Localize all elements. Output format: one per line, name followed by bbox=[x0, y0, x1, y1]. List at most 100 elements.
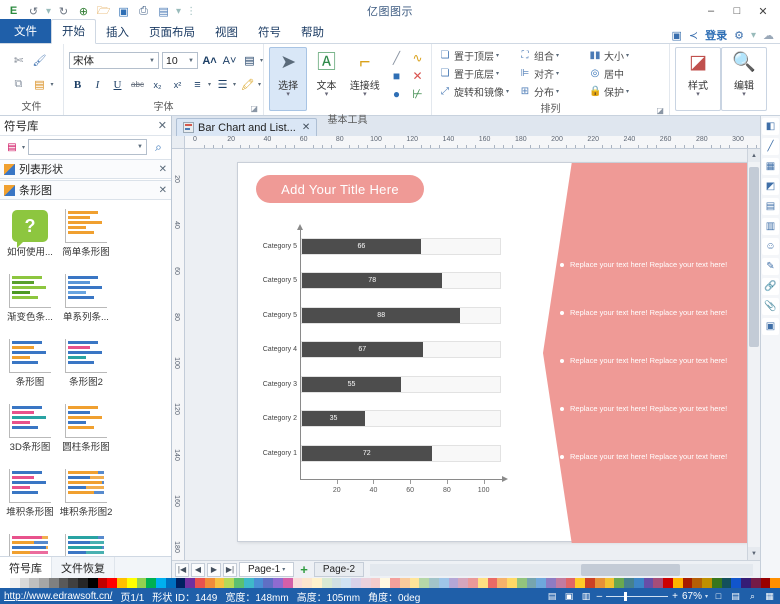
color-swatch[interactable] bbox=[741, 578, 751, 588]
bar-row[interactable]: Category 235 bbox=[301, 406, 501, 432]
bar-fill[interactable]: 78 bbox=[302, 273, 442, 288]
bar-chart[interactable]: Category 566Category 578Category 588Cate… bbox=[256, 229, 514, 519]
color-swatch[interactable] bbox=[98, 578, 108, 588]
color-swatch[interactable] bbox=[673, 578, 683, 588]
chevron-down-icon[interactable]: ▾ bbox=[22, 144, 25, 151]
tool-text-button[interactable]: 🄰 文本 ▾ bbox=[307, 47, 345, 111]
color-swatch[interactable] bbox=[322, 578, 332, 588]
color-swatch[interactable] bbox=[556, 578, 566, 588]
color-swatch[interactable] bbox=[624, 578, 634, 588]
color-swatch[interactable] bbox=[478, 578, 488, 588]
horizontal-scroll-thumb[interactable] bbox=[581, 564, 681, 576]
shape-item[interactable]: 单系列条... bbox=[58, 271, 114, 336]
color-swatch[interactable] bbox=[566, 578, 576, 588]
shape-item[interactable]: 堆积条形图 bbox=[2, 466, 58, 531]
list-item[interactable]: Replace your text here! Replace your tex… bbox=[560, 403, 740, 414]
bar-row[interactable]: Category 578 bbox=[301, 268, 501, 294]
scroll-down-icon[interactable]: ▼ bbox=[748, 547, 760, 560]
color-swatch[interactable] bbox=[468, 578, 478, 588]
font-family-select[interactable]: 宋体 ▼ bbox=[69, 52, 159, 69]
color-swatch[interactable] bbox=[614, 578, 624, 588]
close-icon[interactable]: ✕ bbox=[159, 164, 167, 175]
scissors-icon[interactable]: ✄ bbox=[9, 52, 27, 70]
color-swatch[interactable] bbox=[751, 578, 761, 588]
color-swatch[interactable] bbox=[390, 578, 400, 588]
paste-dropdown-icon[interactable]: ▾ bbox=[50, 81, 53, 88]
chevron-down-icon[interactable]: ▾ bbox=[325, 92, 329, 98]
panel-tab-file-recovery[interactable]: 文件恢复 bbox=[52, 557, 115, 578]
library-item-bar-chart[interactable]: 条形图 ✕ bbox=[0, 180, 171, 200]
line-icon[interactable]: ╱ bbox=[762, 138, 779, 155]
chevron-down-icon[interactable]: ▾ bbox=[742, 92, 746, 98]
color-swatch[interactable] bbox=[78, 578, 88, 588]
next-page-icon[interactable]: ▶ bbox=[207, 563, 221, 577]
share-icon[interactable]: ≺ bbox=[689, 29, 698, 42]
chevron-down-icon[interactable]: ▾ bbox=[506, 88, 509, 95]
color-swatch[interactable] bbox=[585, 578, 595, 588]
chevron-down-icon[interactable]: ▾ bbox=[496, 52, 499, 59]
chevron-down-icon[interactable]: ▾ bbox=[626, 52, 629, 59]
color-swatch[interactable] bbox=[536, 578, 546, 588]
color-swatch[interactable] bbox=[644, 578, 654, 588]
size-button[interactable]: ▮▮ 大小 ▾ bbox=[587, 47, 631, 64]
color-swatch[interactable] bbox=[497, 578, 507, 588]
protect-button[interactable]: 🔒 保护 ▾ bbox=[587, 83, 631, 100]
rect-shape-icon[interactable]: ■ bbox=[388, 67, 405, 84]
close-icon[interactable]: ✕ bbox=[158, 119, 167, 132]
color-swatch[interactable] bbox=[429, 578, 439, 588]
arrange-dialog-launcher[interactable]: ◪ bbox=[656, 106, 664, 115]
color-swatch[interactable] bbox=[351, 578, 361, 588]
text-align-icon[interactable]: ▤ bbox=[241, 52, 258, 69]
chart-icon[interactable]: ▥ bbox=[762, 218, 779, 235]
color-swatch[interactable] bbox=[176, 578, 186, 588]
shape-item[interactable]: 条形图 bbox=[2, 336, 58, 401]
line-spacing-dropdown-icon[interactable]: ▾ bbox=[208, 81, 211, 88]
color-swatch[interactable] bbox=[20, 578, 30, 588]
rotate-flip-button[interactable]: ⤢ 旋转和镜像 ▾ bbox=[437, 83, 517, 100]
color-swatch[interactable] bbox=[458, 578, 468, 588]
center-button[interactable]: ◎ 居中 bbox=[587, 65, 626, 82]
chart-title[interactable]: Add Your Title Here bbox=[256, 175, 424, 203]
cloud-icon[interactable]: ☁ bbox=[763, 29, 774, 42]
strikethrough-icon[interactable]: abc bbox=[129, 76, 146, 93]
settings-icon[interactable]: ⚙ bbox=[734, 29, 744, 42]
theme-icon[interactable]: ◩ bbox=[762, 178, 779, 195]
bar-fill[interactable]: 72 bbox=[302, 446, 432, 461]
color-swatch[interactable] bbox=[234, 578, 244, 588]
scroll-up-icon[interactable]: ▲ bbox=[748, 149, 760, 162]
color-swatch[interactable] bbox=[449, 578, 459, 588]
color-swatch[interactable] bbox=[722, 578, 732, 588]
color-swatch[interactable] bbox=[507, 578, 517, 588]
color-swatch[interactable] bbox=[127, 578, 137, 588]
settings-dropdown-icon[interactable]: ▾ bbox=[751, 30, 756, 41]
bar-fill[interactable]: 66 bbox=[302, 239, 421, 254]
color-swatch[interactable] bbox=[371, 578, 381, 588]
color-palette[interactable] bbox=[0, 578, 780, 588]
group-button[interactable]: ⛶ 组合 ▾ bbox=[517, 47, 587, 64]
color-swatch[interactable] bbox=[293, 578, 303, 588]
shadow-icon[interactable]: ▦ bbox=[762, 158, 779, 175]
color-swatch[interactable] bbox=[380, 578, 390, 588]
color-swatch[interactable] bbox=[254, 578, 264, 588]
list-item[interactable]: Replace your text here! Replace your tex… bbox=[560, 355, 740, 366]
login-button[interactable]: 登录 bbox=[705, 27, 727, 43]
color-swatch[interactable] bbox=[39, 578, 49, 588]
bar-row[interactable]: Category 566 bbox=[301, 233, 501, 259]
bar-fill[interactable]: 88 bbox=[302, 308, 460, 323]
full-screen-icon[interactable]: ▣ bbox=[563, 590, 576, 602]
list-item[interactable]: Replace your text here! Replace your tex… bbox=[560, 259, 740, 270]
shape-item[interactable]: ?如何使用... bbox=[2, 206, 58, 271]
tool-select-button[interactable]: ➤ 选择 ▾ bbox=[269, 47, 307, 111]
bar-row[interactable]: Category 355 bbox=[301, 371, 501, 397]
presentation-icon[interactable]: ▥ bbox=[580, 590, 593, 602]
edit-button[interactable]: 🔍 编辑 ▾ bbox=[721, 47, 767, 111]
menu-tab-symbols[interactable]: 符号 bbox=[248, 21, 291, 44]
color-swatch[interactable] bbox=[59, 578, 69, 588]
normal-view-icon[interactable]: ▤ bbox=[546, 590, 559, 602]
color-swatch[interactable] bbox=[410, 578, 420, 588]
color-swatch[interactable] bbox=[361, 578, 371, 588]
line-spacing-icon[interactable]: ≡ bbox=[189, 76, 206, 93]
color-swatch[interactable] bbox=[770, 578, 780, 588]
shape-item[interactable]: 堆积条形图2 bbox=[58, 466, 114, 531]
color-swatch[interactable] bbox=[663, 578, 673, 588]
